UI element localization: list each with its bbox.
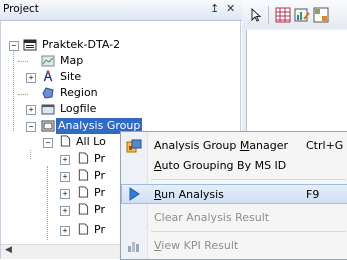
panel-header: Project ↥ ✕ xyxy=(0,0,242,21)
menu-item-clear-analysis-result[interactable]: Clear Analysis Result xyxy=(121,208,347,228)
expand-icon[interactable]: + xyxy=(60,172,70,182)
menu-item-view-kpi-result[interactable]: View KPI Result xyxy=(121,236,347,256)
tree-label-child: Pr xyxy=(94,203,105,216)
menu-label-post: un Analysis xyxy=(161,188,224,201)
menu-label-accel: M xyxy=(239,139,250,152)
run-arrow-icon xyxy=(129,187,140,201)
menu-separator xyxy=(151,231,346,232)
document-icon xyxy=(78,223,89,235)
collapse-icon[interactable]: − xyxy=(43,138,53,148)
expand-icon[interactable]: + xyxy=(26,105,36,115)
menu-shortcut: F9 xyxy=(306,188,320,201)
tree-label-map: Map xyxy=(60,54,84,67)
document-icon xyxy=(78,203,89,215)
document-icon xyxy=(78,186,89,198)
tree-item-map[interactable]: Map xyxy=(0,53,240,69)
tree-label-child: Pr xyxy=(94,169,105,182)
document-icon xyxy=(78,169,89,181)
collapse-icon[interactable]: − xyxy=(9,41,19,51)
analysis-group-icon xyxy=(41,120,55,132)
chart-edit-icon[interactable] xyxy=(294,7,310,23)
close-icon[interactable]: ✕ xyxy=(226,2,235,15)
map-icon xyxy=(41,55,55,67)
panel-title: Project xyxy=(3,3,39,15)
menu-shortcut: Ctrl+G xyxy=(306,139,344,152)
menu-separator xyxy=(151,179,346,180)
menu-item-run-analysis[interactable]: Run Analysis F9 xyxy=(121,184,347,204)
menu-label-post: anager xyxy=(249,139,289,152)
antenna-icon xyxy=(43,70,53,82)
menu-label-pre: Clear Analysis Result xyxy=(154,211,270,224)
tree-item-site[interactable]: + Site xyxy=(0,69,240,85)
kpi-chart-icon xyxy=(128,242,139,252)
grid-table-icon[interactable] xyxy=(275,7,291,23)
tree-label-logfile: Logfile xyxy=(60,102,97,115)
tree-label-all-logs: All Lo xyxy=(76,135,106,148)
menu-label-pre: Analysis Group xyxy=(154,139,240,152)
collapse-icon[interactable]: − xyxy=(26,122,36,132)
scroll-left-arrow-icon[interactable]: ◀ xyxy=(5,245,12,255)
menu-label-post: uto Grouping By MS ID xyxy=(161,159,287,172)
menu-label-accel: A xyxy=(154,159,162,172)
pin-icon[interactable]: ↥ xyxy=(210,2,219,15)
expand-icon[interactable]: + xyxy=(60,226,70,236)
menu-label-post: iew KPI Result xyxy=(161,239,239,252)
context-menu: Analysis Group Manager Ctrl+G Auto Group… xyxy=(120,131,347,260)
tree-label-child: Pr xyxy=(94,223,105,236)
tree-label-site: Site xyxy=(60,70,82,83)
menu-item-analysis-group-manager[interactable]: Analysis Group Manager Ctrl+G xyxy=(121,136,347,156)
document-icon xyxy=(60,135,71,147)
menu-item-auto-grouping[interactable]: Auto Grouping By MS ID xyxy=(121,156,347,176)
expand-icon[interactable]: + xyxy=(60,206,70,216)
toolbar xyxy=(242,0,347,28)
expand-icon[interactable]: + xyxy=(60,189,70,199)
expand-icon[interactable]: + xyxy=(26,73,36,83)
tree-item-logfile[interactable]: + Logfile xyxy=(0,101,240,117)
tree-label-region: Region xyxy=(60,86,98,99)
tree-label-root: Praktek-DTA-2 xyxy=(42,38,121,51)
region-icon xyxy=(42,87,54,99)
document-icon xyxy=(78,152,89,164)
tree-item-root[interactable]: − Praktek-DTA-2 xyxy=(0,37,240,53)
tree-item-region[interactable]: Region xyxy=(0,85,240,101)
layout-icon[interactable] xyxy=(313,7,329,23)
project-icon xyxy=(23,39,37,51)
tree-label-child: Pr xyxy=(94,186,105,199)
logfile-icon xyxy=(41,104,55,115)
pointer-icon[interactable] xyxy=(248,7,264,23)
expand-icon[interactable]: + xyxy=(60,155,70,165)
analysis-group-manager-icon xyxy=(126,139,142,153)
tree-label-child: Pr xyxy=(94,152,105,165)
